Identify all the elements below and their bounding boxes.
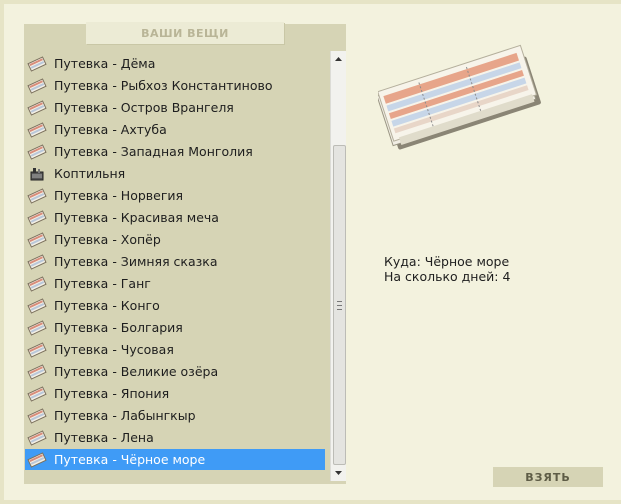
ticket-icon [26,75,48,96]
ticket-icon [26,119,48,140]
frame-bottom [0,500,621,504]
list-item[interactable]: Путевка - Ахтуба [25,119,325,140]
list-item-label: Путевка - Лабынгкыр [54,408,196,423]
list-item-label: Путевка - Чусовая [54,342,174,357]
list-item-label: Путевка - Великие озёра [54,364,219,379]
list-item[interactable]: Путевка - Чёрное море [25,449,325,470]
list-item[interactable]: Путевка - Великие озёра [25,361,325,382]
list-item[interactable]: Путевка - Чусовая [25,339,325,360]
list-item[interactable]: Путевка - Рыбхоз Константиново [25,75,325,96]
destination-text: Куда: Чёрное море [384,254,510,269]
ticket-icon [26,317,48,338]
list-item-label: Путевка - Зимняя сказка [54,254,218,269]
list-item-label: Путевка - Япония [54,386,170,401]
scroll-down-button[interactable] [331,465,346,481]
ticket-icon [26,339,48,360]
ticket-icon [26,383,48,404]
ticket-icon [26,185,48,206]
panel-header: ВАШИ ВЕЩИ [86,22,284,44]
scroll-up-button[interactable] [331,51,346,67]
list-item-label: Путевка - Дёма [54,56,156,71]
ticket-icon [26,273,48,294]
list-item-label: Путевка - Болгария [54,320,183,335]
ticket-icon [26,97,48,118]
ticket-icon [26,141,48,162]
ticket-book-image [378,44,541,150]
ticket-icon [26,427,48,448]
list-scrollbar[interactable] [330,51,346,481]
ticket-icon [26,361,48,382]
list-item[interactable]: Коптильня [25,163,325,184]
items-list: Путевка - Дёма Путевка - Рыбхоз Константи… [25,53,328,473]
list-item[interactable]: Путевка - Красивая меча [25,207,325,228]
list-item-label: Путевка - Конго [54,298,160,313]
scrollbar-thumb[interactable] [333,145,346,465]
take-button[interactable]: ВЗЯТЬ [493,467,603,487]
list-item[interactable]: Путевка - Хопёр [25,229,325,250]
list-item[interactable]: Путевка - Дёма [25,53,325,74]
item-details: Куда: Чёрное море На сколько дней: 4 [384,254,510,284]
take-button-label: ВЗЯТЬ [525,470,571,484]
arrow-up-icon [335,57,342,61]
list-item-label: Путевка - Остров Врангеля [54,100,234,115]
list-item-label: Путевка - Ахтуба [54,122,167,137]
list-item-label: Путевка - Норвегия [54,188,184,203]
ticket-icon [26,53,48,74]
ticket-icon [26,207,48,228]
list-item[interactable]: Путевка - Болгария [25,317,325,338]
grip-icon [337,300,342,310]
ticket-icon [26,251,48,272]
list-item-label: Коптильня [54,166,126,181]
list-item[interactable]: Путевка - Остров Врангеля [25,97,325,118]
list-item[interactable]: Путевка - Лабынгкыр [25,405,325,426]
list-item[interactable]: Путевка - Конго [25,295,325,316]
days-text: На сколько дней: 4 [384,269,511,284]
list-item-label: Путевка - Хопёр [54,232,161,247]
list-item[interactable]: Путевка - Зимняя сказка [25,251,325,272]
list-item-label: Путевка - Чёрное море [54,452,206,467]
list-item-label: Путевка - Ганг [54,276,151,291]
ticket-icon [26,449,48,470]
list-item-label: Путевка - Рыбхоз Константиново [54,78,273,93]
smokehouse-icon [26,163,48,184]
list-item[interactable]: Путевка - Западная Монголия [25,141,325,162]
ticket-icon [26,295,48,316]
frame-top [0,0,621,4]
list-item[interactable]: Путевка - Лена [25,427,325,448]
ticket-icon [26,405,48,426]
list-item-label: Путевка - Красивая меча [54,210,219,225]
ticket-icon [26,229,48,250]
panel-title: ВАШИ ВЕЩИ [141,26,229,40]
list-item[interactable]: Путевка - Япония [25,383,325,404]
list-item-label: Путевка - Западная Монголия [54,144,253,159]
list-item-label: Путевка - Лена [54,430,154,445]
arrow-down-icon [335,471,342,475]
frame-left [0,0,4,504]
list-item[interactable]: Путевка - Норвегия [25,185,325,206]
list-item[interactable]: Путевка - Ганг [25,273,325,294]
